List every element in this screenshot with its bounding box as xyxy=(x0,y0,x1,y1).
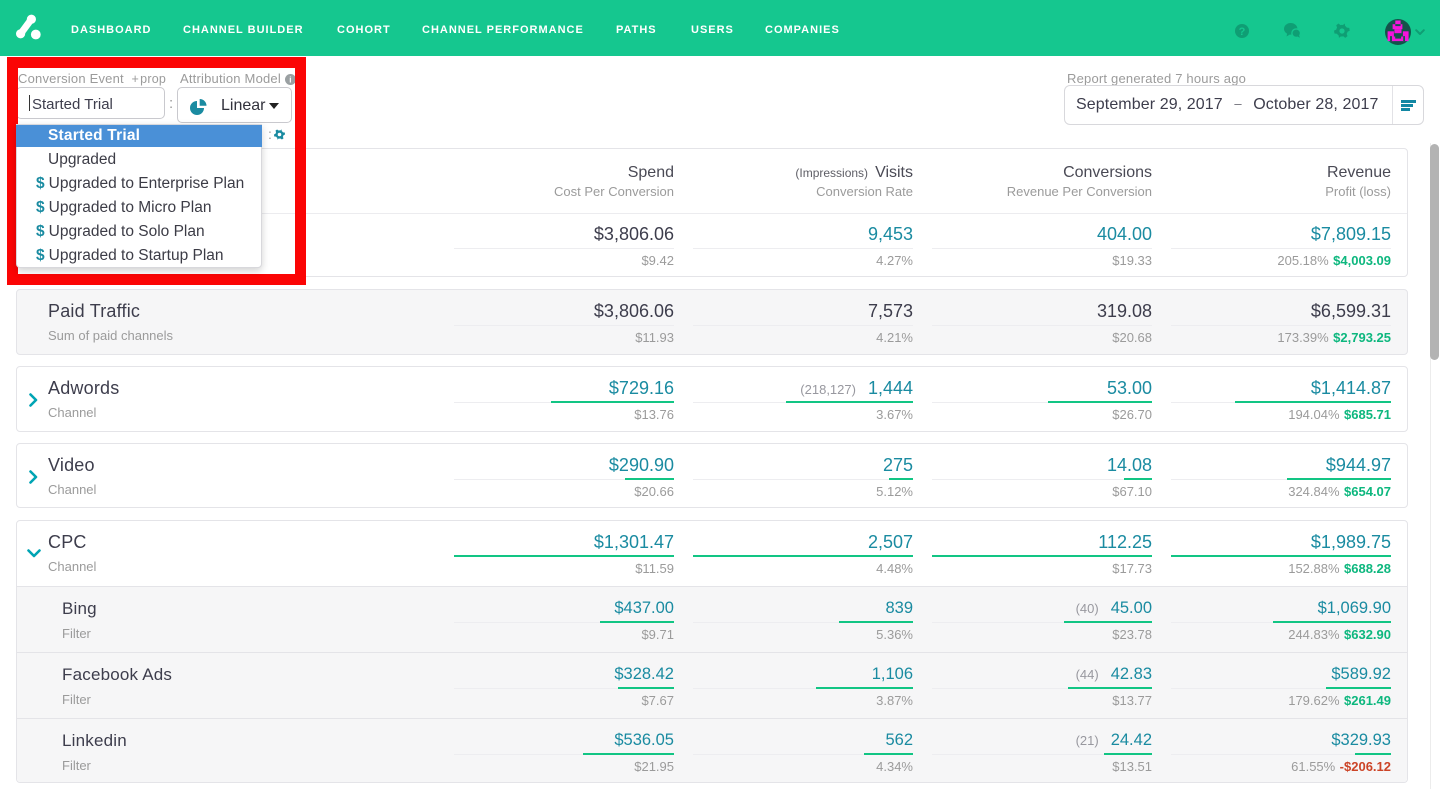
svg-text:?: ? xyxy=(1239,26,1246,38)
